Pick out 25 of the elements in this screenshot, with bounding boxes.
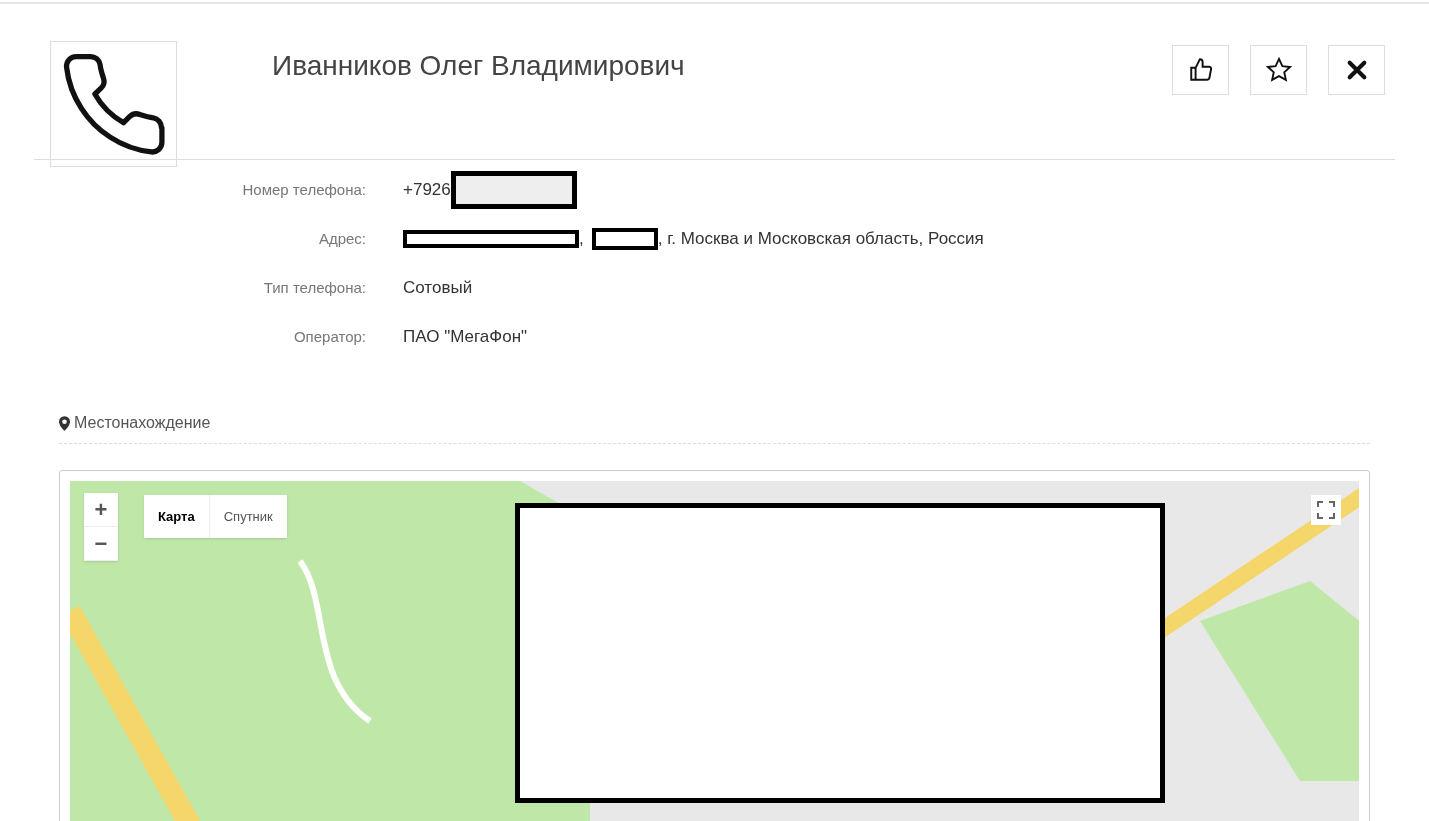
contact-name: Иванников Олег Владимирович	[272, 49, 685, 83]
like-button[interactable]	[1172, 45, 1229, 95]
field-value: Сотовый	[403, 277, 473, 300]
map-type-tab[interactable]: Спутник	[209, 495, 287, 538]
field-value: , г. Москва и Московская область, Россия	[657, 228, 984, 251]
field-label: Адрес:	[317, 228, 366, 249]
redaction-box	[591, 228, 658, 250]
fullscreen-button[interactable]	[1311, 495, 1341, 525]
zoom-in-button[interactable]: +	[84, 493, 118, 527]
field-value: ,	[579, 228, 584, 251]
fullscreen-icon	[1317, 501, 1335, 519]
field-value: +7926	[403, 179, 451, 202]
field-value: ПАО "МегаФон"	[403, 326, 528, 349]
zoom-out-button[interactable]: −	[84, 527, 118, 561]
thumbs-up-icon	[1187, 57, 1214, 83]
field-label: Тип телефона:	[262, 277, 366, 298]
close-icon	[1345, 59, 1368, 81]
close-button[interactable]	[1328, 45, 1385, 95]
map-type-tab[interactable]: Карта	[144, 495, 210, 538]
field-label: Номер телефона:	[241, 179, 366, 200]
field-label: Оператор:	[292, 326, 366, 347]
star-icon	[1264, 56, 1293, 84]
favorite-button[interactable]	[1250, 45, 1307, 95]
section-title: Местонахождение	[74, 413, 211, 433]
map-pin-icon	[59, 415, 70, 431]
